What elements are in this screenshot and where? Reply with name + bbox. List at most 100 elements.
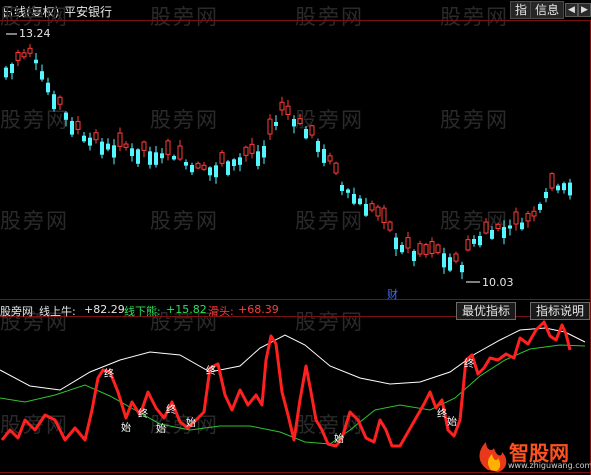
- candle-body: [508, 225, 512, 229]
- candle-body: [160, 153, 164, 159]
- signal-label: 终: [464, 359, 474, 370]
- indicator-name: 股旁网: [0, 305, 33, 318]
- candle-body: [130, 148, 134, 157]
- candle-body: [453, 253, 459, 262]
- candle-body: [201, 164, 207, 170]
- signal-label: 始: [334, 434, 344, 445]
- candle-body: [177, 145, 183, 160]
- candle-body: [472, 239, 476, 244]
- candle-body: [460, 265, 464, 273]
- candle-body: [57, 96, 63, 105]
- candle-body: [243, 146, 249, 156]
- candle-body: [448, 257, 452, 271]
- candle-body: [184, 162, 188, 166]
- candle-body: [549, 173, 555, 189]
- best-indicator-button[interactable]: 最优指标: [456, 302, 517, 320]
- candle-body: [340, 185, 344, 192]
- candle-body: [556, 185, 560, 191]
- candle-body: [417, 243, 423, 255]
- candle-body: [112, 145, 116, 158]
- candle-body: [495, 223, 501, 229]
- head-curve: [0, 320, 572, 448]
- candle-body: [27, 47, 33, 54]
- candle-body: [316, 141, 320, 152]
- candle-body: [358, 198, 362, 205]
- candle-body: [10, 64, 14, 74]
- line-up-value: +82.29: [84, 303, 125, 316]
- candle-body: [106, 143, 110, 150]
- candle-body: [219, 152, 225, 164]
- line-up-label: 线上牛:: [39, 305, 76, 318]
- candle-body: [333, 162, 339, 174]
- candle-body: [267, 118, 273, 135]
- candle-body: [352, 194, 356, 204]
- candle-body: [123, 143, 129, 148]
- candle-body: [214, 165, 218, 178]
- candle-body: [40, 71, 44, 80]
- signal-label: 终: [138, 409, 148, 420]
- candlestick-series: [4, 43, 572, 280]
- signal-label: 始: [186, 418, 196, 429]
- candle-body: [148, 151, 152, 165]
- candle-body: [195, 162, 201, 169]
- candle-body: [502, 227, 506, 239]
- candle-body: [490, 230, 494, 239]
- candle-body: [88, 137, 92, 146]
- candle-body: [375, 206, 381, 217]
- candle-body: [544, 192, 548, 199]
- indicator-explain-button[interactable]: 指标说明: [530, 302, 591, 320]
- candle-body: [279, 101, 285, 111]
- candle-body: [429, 241, 435, 255]
- candle-body: [190, 165, 194, 173]
- candle-body: [249, 143, 255, 154]
- candle-body: [309, 125, 315, 136]
- signal-label: 终: [166, 405, 176, 416]
- signal-label: 终: [104, 369, 114, 380]
- head-value: +68.39: [238, 303, 279, 316]
- candle-body: [435, 244, 441, 254]
- candle-body: [562, 183, 566, 191]
- candle-body: [387, 221, 393, 231]
- candle-body: [226, 161, 230, 175]
- candle-body: [46, 82, 50, 93]
- brand-url: www.zhiguwang.com: [508, 461, 591, 470]
- candle-body: [141, 141, 147, 151]
- candle-body: [238, 157, 242, 165]
- candle-body: [154, 152, 158, 165]
- candle-body: [483, 221, 489, 234]
- candle-body: [304, 129, 308, 139]
- candle-body: [412, 251, 416, 262]
- candle-body: [297, 118, 303, 124]
- signal-label: 始: [447, 417, 457, 428]
- candle-body: [423, 244, 429, 255]
- candle-body: [538, 204, 542, 210]
- candle-body: [165, 140, 171, 155]
- event-marker[interactable]: 财: [387, 286, 398, 302]
- candle-body: [405, 237, 411, 249]
- candle-body: [465, 239, 471, 251]
- candle-body: [34, 59, 38, 64]
- candle-body: [93, 132, 99, 141]
- candle-body: [520, 222, 524, 230]
- line-down-label: 线下熊:: [124, 305, 161, 318]
- candle-body: [117, 132, 123, 147]
- chart-canvas: [0, 20, 591, 475]
- candle-body: [400, 245, 404, 253]
- candle-body: [364, 204, 368, 216]
- low-price-label: 10.03: [482, 276, 514, 289]
- candle-body: [394, 237, 398, 250]
- candle-body: [136, 149, 140, 164]
- candle-body: [75, 121, 81, 130]
- candle-body: [369, 203, 375, 211]
- candle-body: [442, 253, 446, 268]
- candle-body: [525, 213, 531, 222]
- candle-body: [21, 52, 27, 58]
- candle-body: [64, 112, 68, 120]
- candle-body: [327, 155, 333, 162]
- candle-body: [322, 149, 326, 163]
- line-down-value: +15.82: [166, 303, 207, 316]
- candle-body: [256, 151, 260, 166]
- candle-body: [346, 189, 350, 193]
- candle-body: [531, 210, 537, 217]
- candle-body: [172, 156, 176, 160]
